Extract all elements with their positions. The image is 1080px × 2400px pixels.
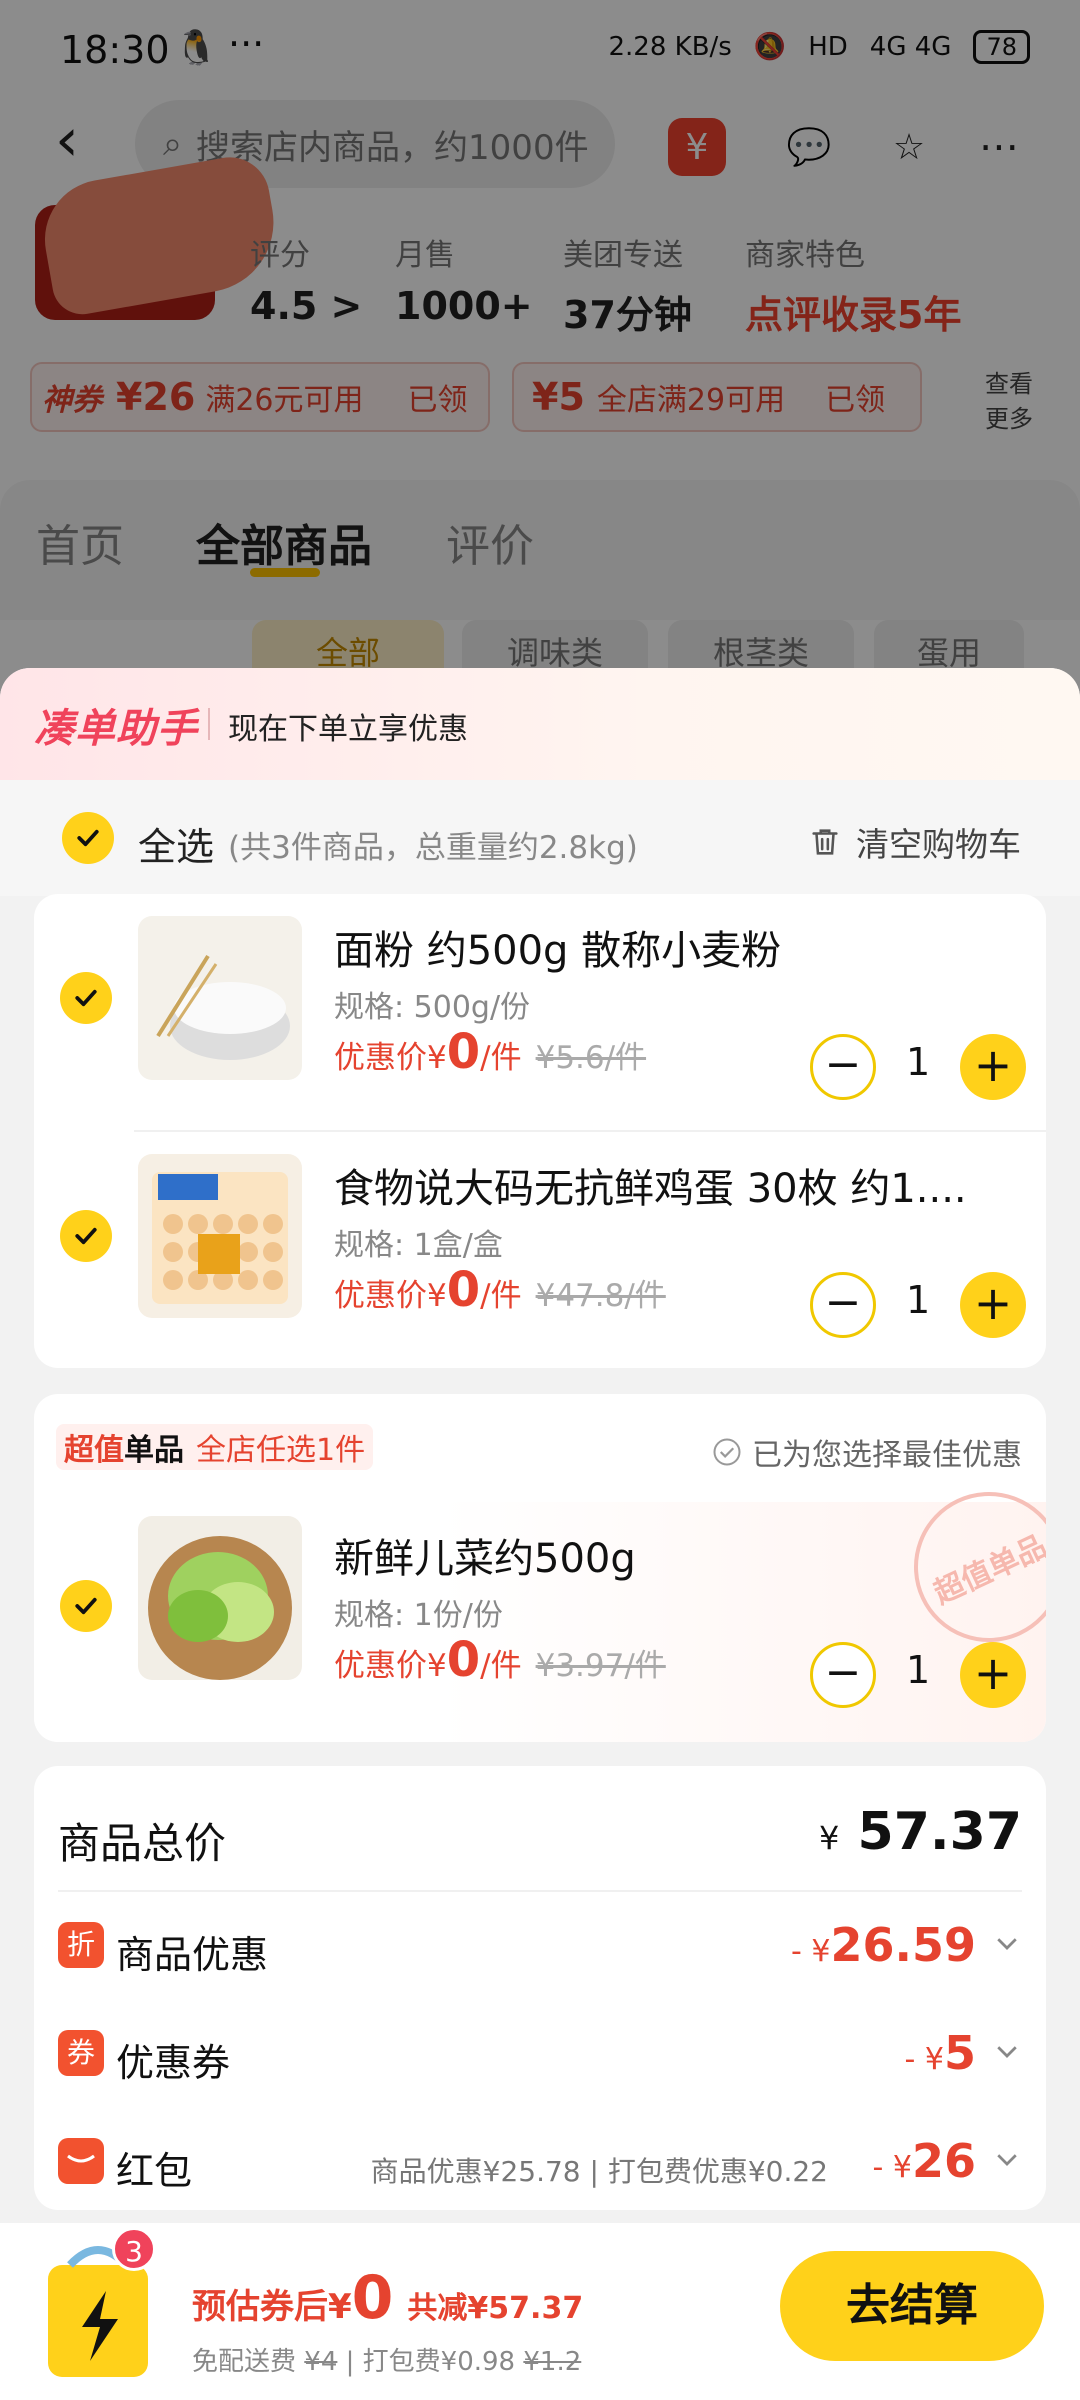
- red-packet-amount: - ¥26: [872, 2134, 976, 2188]
- discount-label: 商品优惠: [116, 1933, 269, 1977]
- discount-amount: - ¥26.59: [791, 1918, 976, 1972]
- total-row: 商品总价 ¥ 57.37: [34, 1776, 1046, 1886]
- cart-items-card: 面粉 约500g 散称小麦粉 规格: 500g/份 优惠价 ¥0/件 ¥5.6/件 …: [34, 894, 1046, 1368]
- discount-row[interactable]: 折 商品优惠 - ¥26.59: [34, 1898, 1046, 1998]
- helper-divider: [208, 708, 210, 740]
- item-name[interactable]: 新鲜儿菜约500g: [334, 1526, 636, 1584]
- chevron-down-icon: [997, 2154, 1017, 2166]
- coupon-amount: - ¥5: [904, 2026, 976, 2080]
- select-all-checkbox[interactable]: [62, 812, 114, 864]
- total-label: 商品总价: [58, 1819, 227, 1868]
- select-all-label[interactable]: 全选: [138, 816, 214, 871]
- checkout-bar: 3 预估券后¥0 共减¥57.37 免配送费 ¥4 | 打包费¥0.98 ¥1.2…: [0, 2223, 1080, 2400]
- clear-cart-button[interactable]: 清空购物车: [808, 818, 1021, 866]
- cart-item: 面粉 约500g 散称小麦粉 规格: 500g/份 优惠价 ¥0/件 ¥5.6/件 …: [34, 894, 1046, 1130]
- cart-meta: (共3件商品，总重量约2.8kg): [228, 830, 638, 866]
- increase-button[interactable]: +: [960, 1642, 1026, 1708]
- item-spec: 规格: 1盒/盒: [334, 1228, 503, 1263]
- dim-overlay[interactable]: [0, 0, 1080, 700]
- check-circle-icon: [713, 1438, 741, 1466]
- item-quantity: 1: [906, 1648, 931, 1692]
- item-price: 优惠价 ¥0/件 ¥47.8/件: [334, 1262, 666, 1318]
- red-packet-icon: [58, 2138, 104, 2184]
- select-all-row: 全选 (共3件商品，总重量约2.8kg) 清空购物车: [0, 780, 1080, 896]
- summary-divider: [58, 1890, 1022, 1892]
- cart-item: 超值单品 新鲜儿菜约500g 规格: 1份/份 优惠价 ¥0/件 ¥3.97/件 −…: [34, 1467, 1046, 1742]
- clear-cart-label: 清空购物车: [856, 825, 1021, 864]
- check-icon: [77, 829, 99, 847]
- helper-tip: 现在下单立享优惠: [228, 712, 468, 747]
- vegetable-image[interactable]: [138, 1516, 302, 1680]
- promo-header: 超值 单品 全店任选1件 已为您选择最佳优惠: [34, 1394, 1046, 1502]
- increase-button[interactable]: +: [960, 1034, 1026, 1100]
- helper-brand: 凑单助手: [34, 706, 198, 752]
- promo-tag: 超值 单品 全店任选1件: [56, 1424, 374, 1470]
- decrease-button[interactable]: −: [810, 1034, 876, 1100]
- discount-icon: 折: [58, 1922, 104, 1968]
- item-price: 优惠价 ¥0/件 ¥5.6/件: [334, 1024, 647, 1080]
- item-price: 优惠价 ¥0/件 ¥3.97/件: [334, 1632, 666, 1688]
- increase-button[interactable]: +: [960, 1272, 1026, 1338]
- coupon-row[interactable]: 券 优惠券 - ¥5: [34, 2006, 1046, 2106]
- chevron-down-icon: [997, 1938, 1017, 1950]
- fee-note: 免配送费 ¥4 | 打包费¥0.98 ¥1.2: [192, 2347, 582, 2377]
- decrease-button[interactable]: −: [810, 1272, 876, 1338]
- cart-sheet: 凑单助手 现在下单立享优惠 全选 (共3件商品，总重量约2.8kg) 清空购物车…: [0, 668, 1080, 2223]
- item-quantity: 1: [906, 1040, 931, 1084]
- item-name[interactable]: 食物说大码无抗鲜鸡蛋 30枚 约1....: [334, 1156, 967, 1214]
- item-spec: 规格: 500g/份: [334, 990, 531, 1025]
- cart-count-badge: 3: [112, 2227, 156, 2271]
- flour-image[interactable]: [138, 916, 302, 1080]
- trash-icon: [812, 829, 838, 855]
- item-checkbox[interactable]: [60, 1580, 112, 1632]
- total-value: ¥ 57.37: [819, 1802, 1022, 1862]
- check-icon: [75, 1227, 97, 1245]
- item-name[interactable]: 面粉 约500g 散称小麦粉: [334, 918, 781, 976]
- red-packet-row[interactable]: 红包 商品优惠¥25.78 | 打包费优惠¥0.22 - ¥26: [34, 2114, 1046, 2210]
- coupon-icon: 券: [58, 2030, 104, 2076]
- check-icon: [75, 989, 97, 1007]
- item-quantity: 1: [906, 1278, 931, 1322]
- price-summary-card: 商品总价 ¥ 57.37 折 商品优惠 - ¥26.59 券 优惠券 - ¥5 …: [34, 1766, 1046, 2210]
- coupon-label: 优惠券: [116, 2041, 231, 2085]
- item-checkbox[interactable]: [60, 1210, 112, 1262]
- promo-card: 超值 单品 全店任选1件 已为您选择最佳优惠 超值单品 新鲜儿菜约500g 规格: …: [34, 1394, 1046, 1742]
- check-icon: [75, 1597, 97, 1615]
- chevron-down-icon: [997, 2046, 1017, 2058]
- eggs-image[interactable]: [138, 1154, 302, 1318]
- red-packet-note: 商品优惠¥25.78 | 打包费优惠¥0.22: [370, 2155, 828, 2188]
- decrease-button[interactable]: −: [810, 1642, 876, 1708]
- red-packet-label: 红包: [116, 2149, 193, 2193]
- cart-item: 食物说大码无抗鲜鸡蛋 30枚 约1.... 规格: 1盒/盒 优惠价 ¥0/件 ¥4…: [34, 1132, 1046, 1368]
- item-spec: 规格: 1份/份: [334, 1598, 503, 1633]
- item-checkbox[interactable]: [60, 972, 112, 1024]
- estimated-price: 预估券后¥0 共减¥57.37: [192, 2263, 584, 2333]
- checkout-button[interactable]: 去结算: [780, 2251, 1044, 2361]
- best-offer-note: 已为您选择最佳优惠: [712, 1430, 1022, 1474]
- cart-helper-banner: 凑单助手 现在下单立享优惠: [0, 668, 1080, 780]
